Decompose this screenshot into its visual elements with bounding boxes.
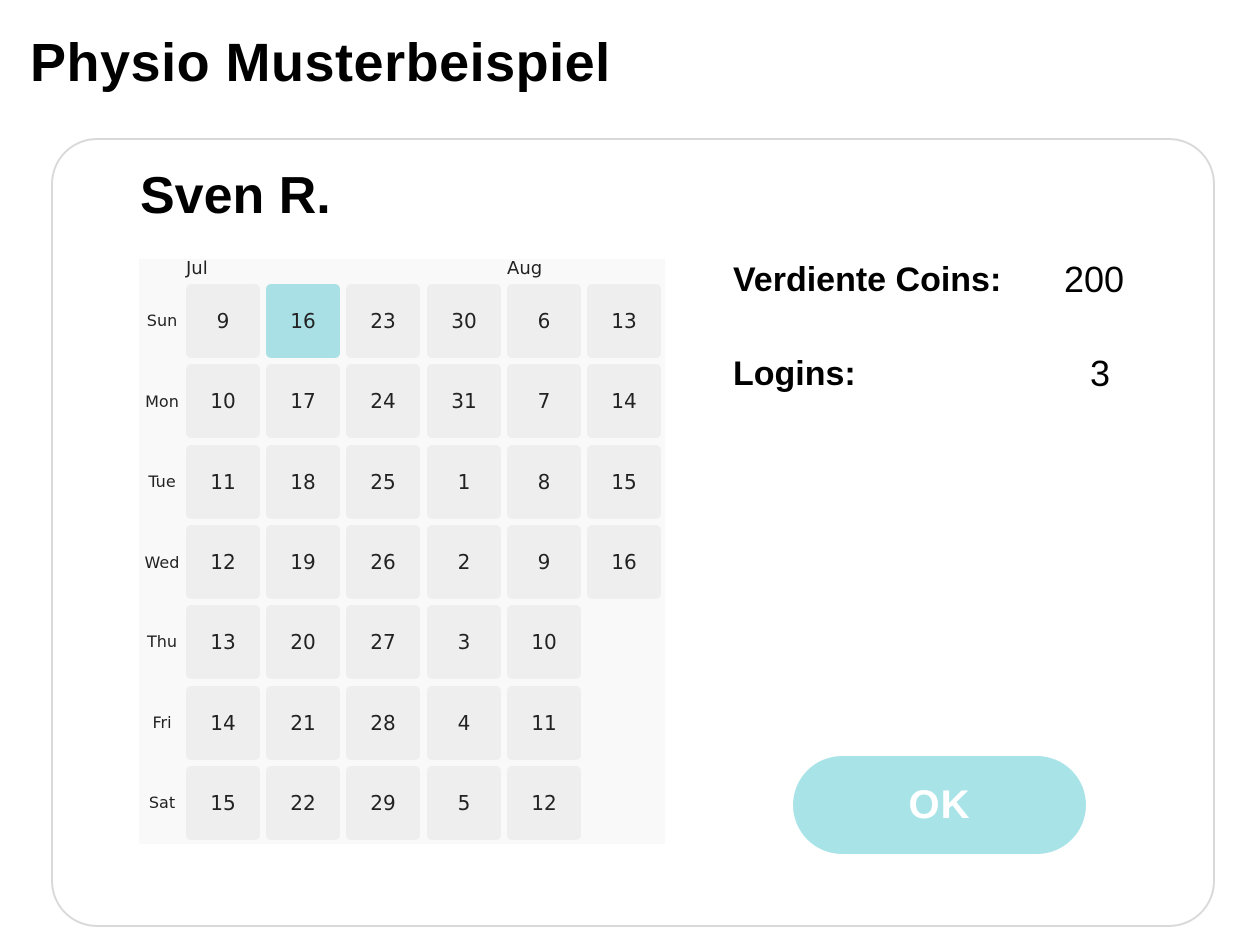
day-label-fri: Fri [152,713,172,732]
calendar-day-cell[interactable]: 19 [266,525,340,599]
calendar-day-cell[interactable]: 10 [507,605,581,679]
calendar-day-cell[interactable]: 12 [186,525,260,599]
calendar-day-cell[interactable]: 14 [186,686,260,760]
calendar-day-cell[interactable]: 20 [266,605,340,679]
calendar-day-cell[interactable]: 14 [587,364,661,438]
logins-label: Logins: [733,355,856,393]
calendar-day-cell[interactable]: 15 [186,766,260,840]
logins-value: 3 [1090,353,1111,394]
calendar-day-cell[interactable]: 11 [507,686,581,760]
calendar-day-cell[interactable]: 2 [427,525,501,599]
calendar-day-cell[interactable]: 11 [186,445,260,519]
activity-calendar: Jul Aug Sun Mon Tue Wed Thu Fri Sat 9 10… [139,258,665,844]
calendar-day-cell[interactable]: 6 [507,284,581,358]
day-label-tue: Tue [148,472,176,491]
calendar-day-cell[interactable]: 17 [266,364,340,438]
calendar-day-cell[interactable]: 9 [507,525,581,599]
calendar-day-cell[interactable]: 4 [427,686,501,760]
month-label-jul: Jul [186,258,208,279]
calendar-day-cell[interactable]: 29 [346,766,420,840]
calendar-day-cell[interactable]: 15 [587,445,661,519]
calendar-day-cell[interactable]: 12 [507,766,581,840]
calendar-day-cell[interactable]: 23 [346,284,420,358]
day-label-sun: Sun [146,311,178,330]
calendar-day-cell[interactable]: 13 [186,605,260,679]
calendar-day-cell[interactable]: 25 [346,445,420,519]
calendar-day-cell[interactable]: 30 [427,284,501,358]
calendar-day-cell[interactable]: 18 [266,445,340,519]
calendar-day-cell[interactable]: 24 [346,364,420,438]
month-label-aug: Aug [507,258,543,279]
day-label-wed: Wed [144,553,180,572]
calendar-day-cell[interactable]: 13 [587,284,661,358]
calendar-day-cell[interactable]: 31 [427,364,501,438]
calendar-day-cell[interactable]: 1 [427,445,501,519]
calendar-day-cell[interactable]: 27 [346,605,420,679]
calendar-day-cell[interactable]: 8 [507,445,581,519]
day-label-mon: Mon [145,392,179,411]
calendar-day-cell-selected[interactable]: 16 [266,284,340,358]
coins-value: 200 [1064,259,1125,300]
calendar-day-cell[interactable]: 22 [266,766,340,840]
calendar-day-cell[interactable]: 10 [186,364,260,438]
patient-name: Sven R. [140,167,331,225]
calendar-day-cell[interactable]: 28 [346,686,420,760]
calendar-day-cell[interactable]: 16 [587,525,661,599]
coins-label: Verdiente Coins: [733,261,1002,299]
calendar-day-cell[interactable]: 7 [507,364,581,438]
calendar-day-cell[interactable]: 3 [427,605,501,679]
day-label-thu: Thu [146,632,178,651]
page-title: Physio Musterbeispiel [30,33,611,93]
ok-button[interactable]: OK [793,756,1086,854]
calendar-day-cell[interactable]: 9 [186,284,260,358]
calendar-day-cell[interactable]: 5 [427,766,501,840]
day-label-sat: Sat [148,793,176,812]
calendar-day-cell[interactable]: 26 [346,525,420,599]
calendar-day-cell[interactable]: 21 [266,686,340,760]
